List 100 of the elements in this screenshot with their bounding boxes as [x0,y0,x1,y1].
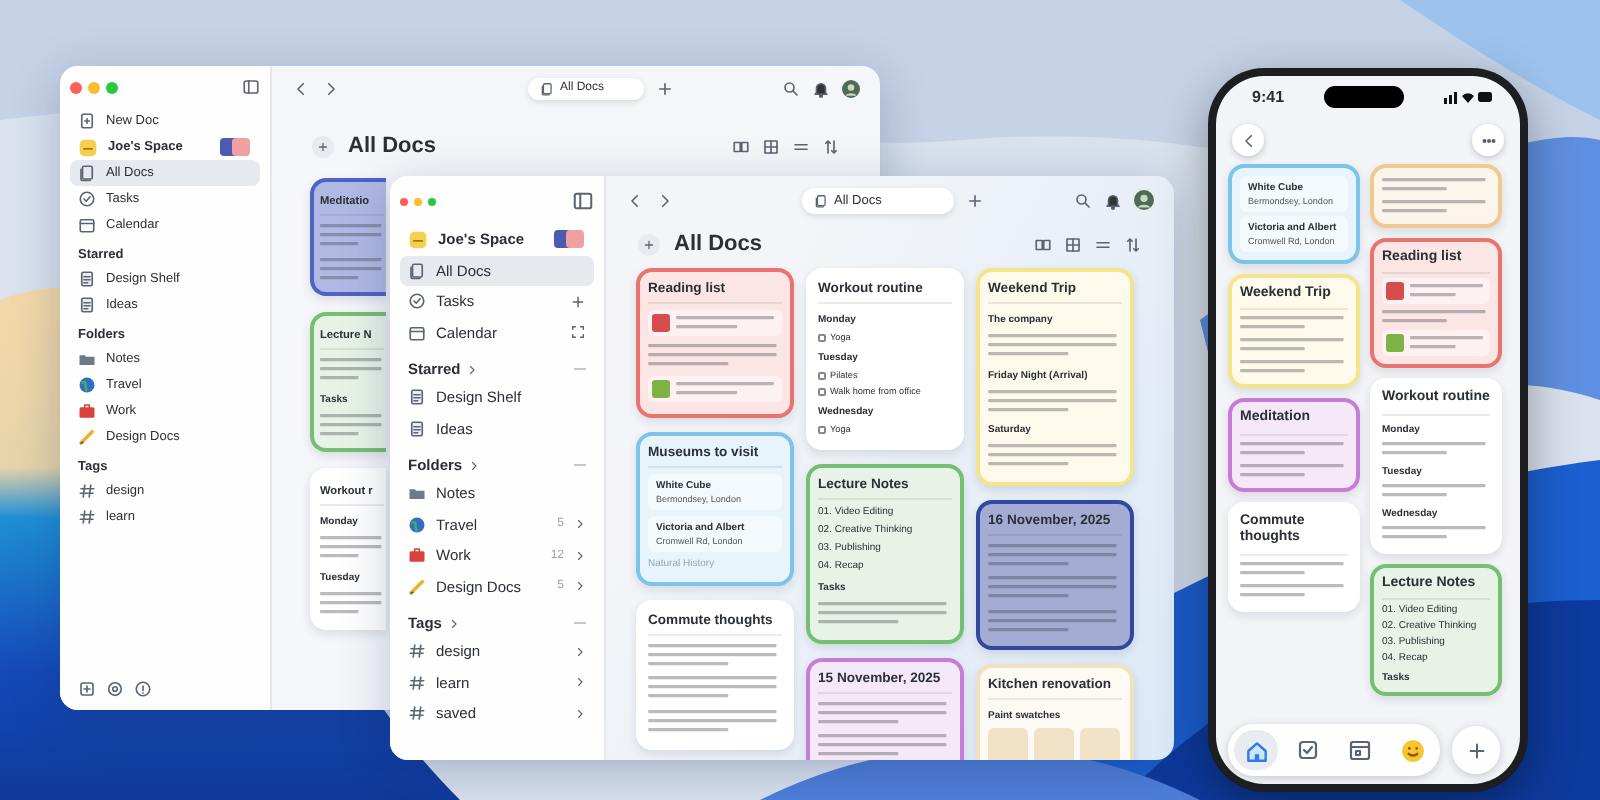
tab-button[interactable] [1234,730,1278,770]
text-lines-drawing [676,314,778,332]
home-icon [1243,737,1269,763]
text-lines-drawing [320,255,384,282]
check-circle-icon [78,190,96,208]
new-tab-icon[interactable] [656,79,675,97]
plus-icon [642,237,656,251]
chevron-right-icon [574,707,586,720]
text-lines-drawing [1240,439,1348,458]
hash-icon [408,642,426,661]
search-icon[interactable] [782,79,800,97]
checkbox-icon [1296,738,1320,762]
sidebar-toggle-icon[interactable] [242,78,260,96]
pencil-icon [78,428,96,446]
book-entry[interactable] [648,310,782,336]
book-entry[interactable] [1382,278,1490,305]
minimize-dot[interactable] [414,197,422,205]
briefcase-icon [78,402,96,420]
text-lines-drawing [320,534,384,561]
plus-icon [316,139,330,153]
forward-icon[interactable] [656,191,674,209]
add-button[interactable] [638,233,660,255]
chevron-right-icon [574,580,586,593]
hash-icon [408,704,426,723]
plus-icon [1465,739,1487,761]
sort-icon[interactable] [1124,235,1142,253]
text-lines-drawing [1240,559,1348,578]
grid-view-icon[interactable] [762,137,780,155]
bell-icon[interactable] [1104,191,1122,209]
settings-icon[interactable] [106,680,124,698]
zoom-dot[interactable] [428,197,436,205]
text-lines-drawing [988,442,1122,469]
text-lines-drawing [818,600,952,627]
text-lines-drawing [648,707,782,734]
chevron-right-icon [574,518,586,531]
checkbox[interactable] [818,371,826,379]
folder-avatar-icon [78,137,98,157]
add-icon[interactable] [78,680,96,698]
document-icon [408,419,426,438]
documents-icon [408,261,426,280]
document-icon [78,296,96,314]
sort-icon[interactable] [822,137,840,155]
hash-icon [78,508,96,526]
minimize-dot[interactable] [88,81,100,93]
checkbox[interactable] [818,425,826,433]
status-icons [1443,89,1492,103]
more-button[interactable] [1472,124,1504,156]
calendar-icon [1348,738,1372,762]
text-lines-drawing [1240,314,1348,333]
gallery-view-icon[interactable] [1034,235,1052,253]
zoom-dot[interactable] [106,81,118,93]
close-dot[interactable] [400,197,408,205]
text-lines-drawing [1240,358,1348,377]
calendar-icon [78,216,96,234]
search-icon[interactable] [1074,191,1092,209]
members-icon[interactable] [554,230,586,249]
text-lines-drawing [1240,336,1348,355]
chevron-left-icon [1239,131,1257,149]
text-lines-drawing [1410,334,1486,353]
members-icon[interactable] [220,138,252,156]
text-lines-drawing [1382,308,1490,327]
swatch [988,728,1028,760]
calendar-icon [408,323,426,342]
scan-icon [570,324,586,341]
text-lines-drawing [1240,581,1348,600]
back-icon[interactable] [626,191,644,209]
page-title: All Docs [348,134,437,158]
text-lines-drawing [818,732,952,759]
page-title: All Docs [674,232,763,256]
close-dot[interactable] [70,81,82,93]
avatar-icon[interactable] [1134,190,1154,210]
back-icon[interactable] [292,79,310,97]
text-lines-drawing [1382,481,1490,500]
help-icon[interactable] [134,680,152,698]
sidebar-toggle-icon[interactable] [572,190,594,212]
grid-view-icon[interactable] [1064,235,1082,253]
pencil-icon [408,577,426,596]
add-button[interactable] [312,135,334,157]
documents-icon [540,81,554,95]
text-lines-drawing [818,699,952,726]
gallery-view-icon[interactable] [732,137,750,155]
folder-icon [78,350,96,368]
folder-avatar-icon [408,229,428,250]
bell-icon[interactable] [812,79,830,97]
add-button[interactable] [1452,726,1500,774]
forward-icon[interactable] [322,79,340,97]
check-circle-icon [408,292,426,311]
document-icon [78,270,96,288]
text-lines-drawing [988,387,1122,414]
chevron-right-icon [468,459,481,471]
avatar-icon[interactable] [842,79,860,97]
documents-icon [78,164,96,182]
chevron-right-icon [574,676,586,689]
globe-icon [78,376,96,394]
text-lines-drawing [648,342,782,369]
checkbox[interactable] [818,333,826,341]
checkbox[interactable] [818,387,826,395]
new-tab-icon[interactable] [965,191,984,209]
text-lines-drawing [988,607,1122,634]
chevron-right-icon [574,645,586,658]
